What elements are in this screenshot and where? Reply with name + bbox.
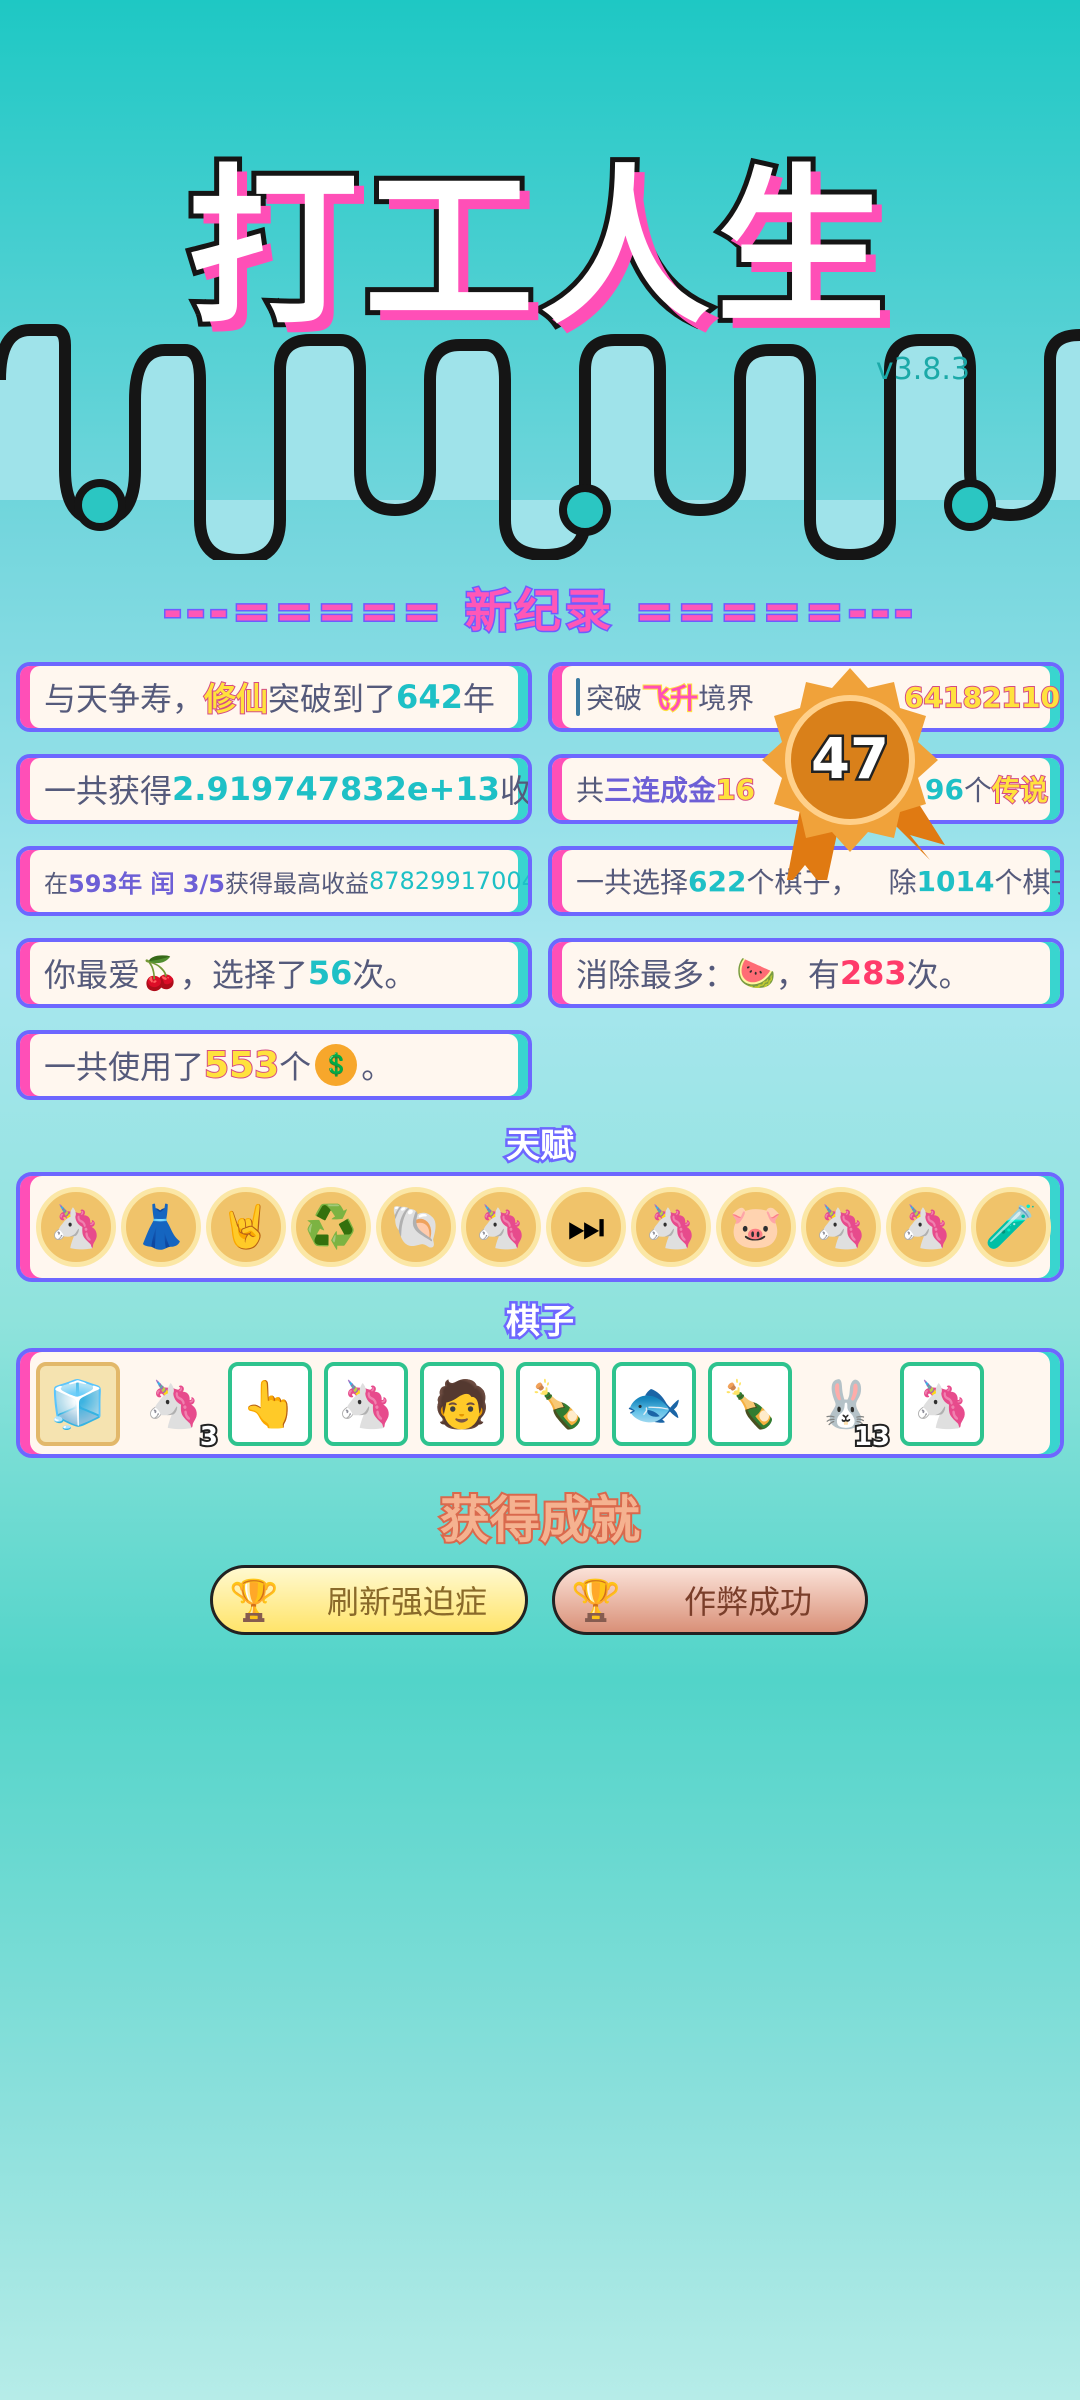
- piece-count: 13: [852, 1420, 892, 1454]
- trophy-icon: 🏆: [571, 1577, 621, 1624]
- record-text: 次。: [352, 956, 417, 994]
- record-text: 与天争寿，: [44, 680, 205, 718]
- record-text: 获得最高收益: [224, 869, 369, 898]
- record-text: 在: [44, 869, 68, 898]
- record-highlight: 三连成金: [604, 774, 717, 807]
- record-text: 个: [963, 774, 992, 807]
- piece-item[interactable]: 🍾: [516, 1362, 600, 1446]
- record-text: 突破到了: [268, 680, 397, 718]
- record-number: 56: [307, 954, 353, 992]
- piece-item[interactable]: 🧊: [36, 1362, 120, 1446]
- record-text: 。: [361, 1048, 394, 1086]
- talent-item[interactable]: 🦄: [631, 1187, 711, 1267]
- talent-item[interactable]: 🧪: [971, 1187, 1051, 1267]
- talent-item[interactable]: 🐷: [716, 1187, 796, 1267]
- piece-item[interactable]: 🍾: [708, 1362, 792, 1446]
- record-text: ，选择了: [179, 956, 308, 994]
- medal-value: 47: [811, 727, 889, 792]
- record-total-income: 一共获得2.919747832e+13收益: [16, 754, 532, 824]
- record-text: 收益: [499, 772, 532, 810]
- record-text: 年: [462, 680, 495, 718]
- record-highlight: 飞升: [641, 681, 699, 716]
- talent-item[interactable]: 🦄: [801, 1187, 881, 1267]
- record-text: 共: [576, 774, 605, 807]
- achievement-badge-1[interactable]: 🏆 作弊成功: [552, 1565, 868, 1635]
- header-area: 打工人生 v3.8.3: [0, 0, 1080, 560]
- fridge-icon: [576, 678, 581, 716]
- record-number: 622: [688, 864, 747, 898]
- talent-strip: 🦄 👗 🤘 ♻️ 🐚 🦄 ⏭ 🦄 🐷 🦄 🦄 🧪: [16, 1172, 1064, 1282]
- record-text: 你最爱: [44, 956, 141, 994]
- achievements-title: 获得成就: [438, 1489, 642, 1551]
- piece-item[interactable]: 🐰 13: [804, 1362, 892, 1455]
- record-text: ，有: [775, 956, 840, 994]
- record-number: 283: [839, 954, 907, 992]
- record-date: 593年 闰 3/5: [68, 869, 225, 898]
- medal-badge: 47: [762, 668, 945, 880]
- piece-item[interactable]: 🦄: [324, 1362, 408, 1446]
- new-record-banner: ---===== 新纪录 =====---: [161, 583, 917, 640]
- record-text: 个棋子。: [994, 866, 1060, 899]
- record-text: 一共获得: [44, 772, 173, 810]
- piece-item[interactable]: 👆: [228, 1362, 312, 1446]
- record-number: 642: [396, 678, 463, 716]
- piece-item[interactable]: 🦄: [900, 1362, 984, 1446]
- piece-item[interactable]: 🦄 3: [132, 1362, 220, 1455]
- record-text: 一共使用了: [44, 1048, 205, 1086]
- talent-item[interactable]: 🤘: [206, 1187, 286, 1267]
- record-highlight: 传说: [991, 773, 1049, 808]
- record-number: 8782991700436: [368, 867, 528, 895]
- record-text: 个: [279, 1048, 312, 1086]
- piece-item[interactable]: 🐟: [612, 1362, 696, 1446]
- talent-item[interactable]: 🦄: [886, 1187, 966, 1267]
- achievement-badge-0[interactable]: 🏆 刷新强迫症: [210, 1565, 528, 1635]
- talent-item[interactable]: ⏭: [546, 1187, 626, 1267]
- talent-item[interactable]: 🦄: [36, 1187, 116, 1267]
- pieces-strip: 🧊 🦄 3 👆 🦄 🧑 🍾 🐟 🍾 🐰 13 🦄: [16, 1348, 1064, 1458]
- talent-item[interactable]: ♻️: [291, 1187, 371, 1267]
- coin-icon: 💲: [315, 1044, 358, 1086]
- record-lifespan: 与天争寿， 修仙 突破到了 642 年: [16, 662, 532, 732]
- cherry-icon: 🍒: [140, 954, 180, 992]
- watermelon-icon: 🍉: [736, 954, 776, 992]
- record-number: 553: [203, 1044, 280, 1087]
- talent-item[interactable]: 🐚: [376, 1187, 456, 1267]
- record-coins-used: 一共使用了 553 个 💲。: [16, 1030, 532, 1100]
- record-text: 消除最多：: [576, 956, 737, 994]
- record-most-cleared: 消除最多： 🍉 ，有 283 次。: [548, 938, 1064, 1008]
- record-number: 2.919747832e+13: [172, 770, 500, 808]
- record-favorite: 你最爱 🍒 ，选择了 56 次。: [16, 938, 532, 1008]
- version-label: v3.8.3: [875, 352, 970, 387]
- achievement-label: 刷新强迫症: [326, 1583, 487, 1621]
- record-text: 次。: [906, 956, 971, 994]
- achievement-label: 作弊成功: [683, 1583, 812, 1621]
- piece-item[interactable]: 🧑: [420, 1362, 504, 1446]
- record-text: 突破: [586, 682, 643, 715]
- trophy-icon: 🏆: [229, 1577, 279, 1624]
- talent-item[interactable]: 👗: [121, 1187, 201, 1267]
- talent-title: 天赋: [504, 1124, 577, 1169]
- pieces-title: 棋子: [504, 1300, 577, 1345]
- record-highlight: 修仙: [203, 679, 269, 719]
- piece-count: 3: [198, 1420, 220, 1454]
- record-text: 一共选择: [576, 866, 689, 899]
- talent-item[interactable]: 🦄: [461, 1187, 541, 1267]
- record-max-income: 在 593年 闰 3/5 获得最高收益8782991700436: [16, 846, 532, 916]
- game-title: 打工人生: [183, 145, 892, 353]
